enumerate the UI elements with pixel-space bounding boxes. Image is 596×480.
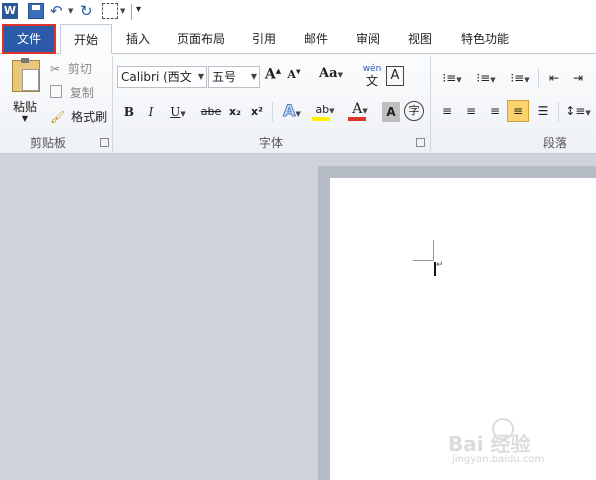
group-divider xyxy=(430,56,431,152)
justify-icon: ≡ xyxy=(512,104,524,118)
decrease-indent-button[interactable]: ⇤ xyxy=(544,68,564,88)
italic-button[interactable]: I xyxy=(142,102,160,122)
shrink-font-button[interactable]: A▼ xyxy=(286,68,302,88)
font-size-dropdown-icon[interactable]: ▼ xyxy=(251,67,257,87)
bullets-button[interactable]: ⁝≡▼ xyxy=(438,68,466,88)
undo-dropdown-icon[interactable]: ▼ xyxy=(68,7,73,15)
grow-font-button[interactable]: A▲ xyxy=(264,66,282,88)
document-page[interactable]: ↵ Bai 经验 jingyan.baidu.com xyxy=(330,178,596,480)
tab-home[interactable]: 开始 xyxy=(60,24,112,56)
enclose-char-button[interactable]: 字 xyxy=(404,101,424,121)
phonetic-guide-button[interactable]: wén 文 xyxy=(362,64,382,90)
font-name-dropdown-icon[interactable]: ▼ xyxy=(198,67,204,87)
paste-dropdown-icon[interactable]: ▼ xyxy=(6,114,44,123)
font-color-label: A xyxy=(352,101,363,117)
ribbon-home: 粘贴 ▼ ✂ 剪切 复制 🖌 格式刷 剪贴板 Calibri (西文 ▼ 五号 … xyxy=(0,54,596,154)
subscript-button[interactable]: x₂ xyxy=(226,102,244,122)
tab-features[interactable]: 特色功能 xyxy=(455,24,515,54)
increase-indent-icon: ⇥ xyxy=(572,71,584,85)
undo-icon[interactable]: ↶ xyxy=(50,3,66,19)
bullets-icon: ⁝≡ xyxy=(442,71,457,85)
copy-icon xyxy=(50,85,62,98)
tab-layout[interactable]: 页面布局 xyxy=(172,24,230,54)
text-effect-button[interactable]: A▼ xyxy=(278,100,306,122)
strikethrough-button[interactable]: abe xyxy=(198,102,224,122)
cut-label: 剪切 xyxy=(67,62,92,76)
copy-button[interactable]: 复制 xyxy=(50,84,106,102)
char-shading-button[interactable]: A xyxy=(382,102,400,122)
align-center-button[interactable]: ≡ xyxy=(460,100,482,122)
align-center-icon: ≡ xyxy=(465,104,477,118)
font-name-combo[interactable]: Calibri (西文 ▼ xyxy=(117,66,207,88)
bold-button[interactable]: B xyxy=(120,102,138,122)
phonetic-top: wén xyxy=(362,64,382,74)
clipboard-dialog-launcher-icon[interactable] xyxy=(100,138,109,147)
align-left-icon: ≡ xyxy=(441,104,453,118)
redo-icon[interactable]: ↻ xyxy=(80,3,96,19)
ribbon-tabs: 文件 开始 插入 页面布局 引用 邮件 审阅 视图 特色功能 xyxy=(0,24,596,56)
paste-icon xyxy=(12,58,40,92)
tab-review[interactable]: 审阅 xyxy=(350,24,386,54)
numbering-button[interactable]: ⁝≡▼ xyxy=(472,68,500,88)
numbering-icon: ⁝≡ xyxy=(476,71,491,85)
word-app-icon[interactable]: W xyxy=(2,3,18,19)
paste-label: 粘贴 xyxy=(12,100,37,114)
watermark-brand: Bai 经验 xyxy=(448,432,531,456)
font-name-value: Calibri (西文 xyxy=(121,70,192,84)
tab-view[interactable]: 视图 xyxy=(402,24,438,54)
highlight-label: ab xyxy=(315,103,330,116)
copy-label: 复制 xyxy=(69,86,94,100)
line-spacing-button[interactable]: ↕≡▼ xyxy=(564,100,592,122)
quick-access-toolbar: W ↶ ▼ ↻ ▼ ▾ xyxy=(0,0,596,24)
multilevel-list-icon: ⁝≡ xyxy=(510,71,525,85)
group-divider xyxy=(272,102,273,122)
paste-button[interactable]: 粘贴 ▼ xyxy=(6,58,44,128)
change-case-button[interactable]: Aa▼ xyxy=(318,66,344,88)
font-size-combo[interactable]: 五号 ▼ xyxy=(208,66,260,88)
underline-button[interactable]: U▼ xyxy=(166,102,190,122)
tab-references[interactable]: 引用 xyxy=(246,24,282,54)
highlight-button[interactable]: ab▼ xyxy=(310,100,340,122)
quick-print-icon[interactable] xyxy=(102,3,118,19)
font-dialog-launcher-icon[interactable] xyxy=(416,138,425,147)
highlight-color-bar xyxy=(312,117,330,121)
font-size-value: 五号 xyxy=(212,70,237,84)
save-icon[interactable] xyxy=(28,3,44,19)
align-right-icon: ≡ xyxy=(489,104,501,118)
group-divider xyxy=(538,68,539,88)
watermark: Bai 经验 jingyan.baidu.com xyxy=(448,418,588,474)
distributed-icon: ☰ xyxy=(537,104,549,118)
superscript-button[interactable]: x² xyxy=(248,102,266,122)
tab-mailings[interactable]: 邮件 xyxy=(298,24,334,54)
font-color-bar xyxy=(348,117,366,121)
line-spacing-icon: ↕≡ xyxy=(565,104,586,118)
decrease-indent-icon: ⇤ xyxy=(548,71,560,85)
phonetic-bottom: 文 xyxy=(365,74,378,88)
font-color-button[interactable]: A▼ xyxy=(346,100,374,122)
align-left-button[interactable]: ≡ xyxy=(436,100,458,122)
font-group-label: 字体 xyxy=(258,136,283,150)
multilevel-list-button[interactable]: ⁝≡▼ xyxy=(506,68,534,88)
tab-file[interactable]: 文件 xyxy=(2,24,56,54)
watermark-url: jingyan.baidu.com xyxy=(452,454,545,465)
cut-button[interactable]: ✂ 剪切 xyxy=(50,60,106,78)
paragraph-group-label: 段落 xyxy=(542,136,567,150)
customize-icon[interactable]: ▾ xyxy=(136,4,141,15)
char-border-button[interactable]: A xyxy=(386,66,404,86)
margin-corner-mark xyxy=(413,240,434,261)
align-right-button[interactable]: ≡ xyxy=(484,100,506,122)
paragraph-mark-icon: ↵ xyxy=(436,260,444,270)
format-painter-icon: 🖌 xyxy=(50,110,66,124)
toolbar-divider xyxy=(131,4,132,20)
clipboard-group-label: 剪贴板 xyxy=(29,136,66,150)
scissors-icon: ✂ xyxy=(50,62,61,76)
format-painter-button[interactable]: 🖌 格式刷 xyxy=(50,108,108,126)
increase-indent-button[interactable]: ⇥ xyxy=(568,68,588,88)
justify-button[interactable]: ≡ xyxy=(507,100,529,122)
group-divider xyxy=(558,102,559,122)
print-dropdown-icon[interactable]: ▼ xyxy=(120,7,125,15)
distributed-button[interactable]: ☰ xyxy=(532,100,554,122)
format-painter-label: 格式刷 xyxy=(71,110,108,124)
tab-insert[interactable]: 插入 xyxy=(120,24,156,54)
